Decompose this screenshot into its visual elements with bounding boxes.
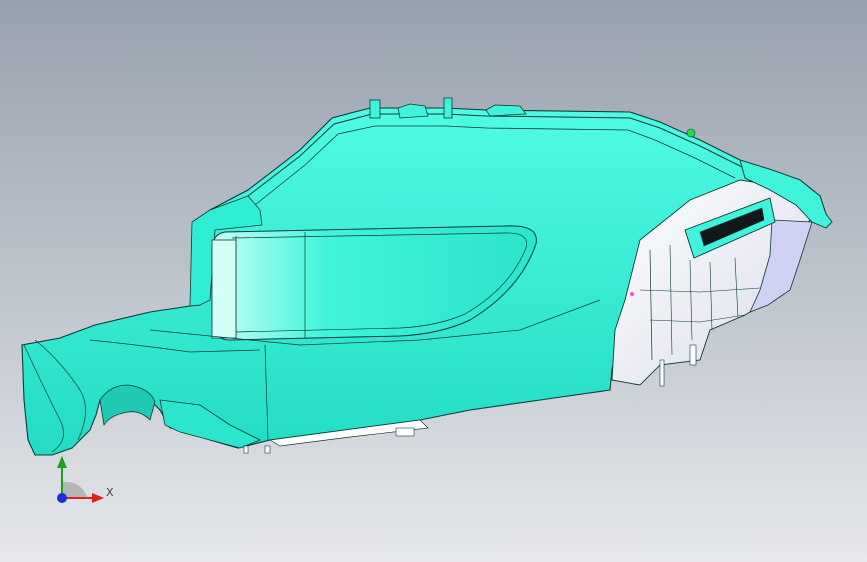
z-axis-origin-icon <box>57 493 67 503</box>
x-axis-label: X <box>106 486 114 499</box>
bottom-clip-3[interactable] <box>395 427 415 437</box>
top-stud-2[interactable] <box>443 97 453 119</box>
graphics-viewport[interactable]: X <box>0 0 867 562</box>
interior-marker <box>630 292 634 296</box>
part-model[interactable] <box>0 0 867 562</box>
bottom-clip-2[interactable] <box>264 445 271 454</box>
interior-peg-1[interactable] <box>659 359 665 387</box>
top-bracket[interactable] <box>397 103 429 119</box>
top-stud-1[interactable] <box>369 99 381 119</box>
selection-marker[interactable] <box>686 128 696 138</box>
rear-block[interactable] <box>211 239 237 339</box>
interior-peg-2[interactable] <box>689 344 697 366</box>
top-tab[interactable] <box>485 104 527 117</box>
reference-triad: X <box>57 456 114 503</box>
underside-cutout <box>99 384 156 427</box>
bottom-clip-1[interactable] <box>243 445 249 454</box>
